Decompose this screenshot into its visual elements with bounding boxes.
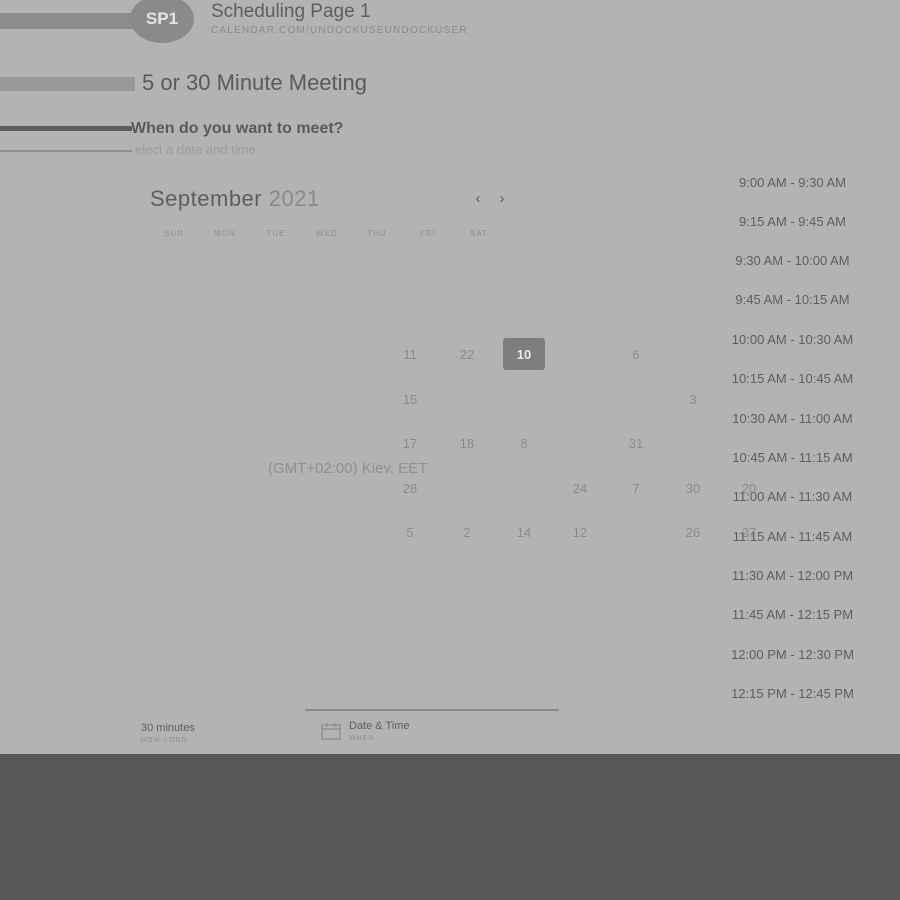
header-accent-bar bbox=[0, 13, 150, 29]
weekday-sun: SUN bbox=[164, 229, 184, 238]
calendar-month-label: September 2021 bbox=[150, 186, 320, 212]
duration-value: 30 minutes bbox=[141, 722, 195, 734]
time-slot[interactable]: 9:15 AM - 9:45 AM bbox=[700, 214, 885, 229]
month-name: September bbox=[150, 186, 263, 211]
sidebar-bar-1 bbox=[0, 77, 135, 91]
calendar-day[interactable]: 22 bbox=[446, 338, 488, 370]
time-slot[interactable]: 12:15 PM - 12:45 PM bbox=[700, 686, 885, 701]
avatar: SP1 bbox=[130, 0, 194, 43]
calendar-day[interactable]: 15 bbox=[389, 383, 431, 415]
time-slot[interactable]: 11:00 AM - 11:30 AM bbox=[700, 489, 885, 504]
page-url[interactable]: CALENDAR.COM/UNDOCKUSEUNDOCKUSER bbox=[211, 25, 468, 36]
prev-month-button[interactable]: ‹ bbox=[471, 190, 485, 207]
meeting-subtitle: elect a date and time bbox=[135, 142, 256, 157]
calendar-day[interactable]: 17 bbox=[389, 427, 431, 459]
calendar-day[interactable]: 11 bbox=[389, 338, 431, 370]
time-slot[interactable]: 10:15 AM - 10:45 AM bbox=[700, 371, 885, 386]
time-slot[interactable]: 11:15 AM - 11:45 AM bbox=[700, 529, 885, 544]
next-month-button[interactable]: › bbox=[495, 190, 509, 207]
meeting-question: When do you want to meet? bbox=[131, 120, 344, 137]
weekday-mon: MON bbox=[214, 229, 236, 238]
time-slot[interactable]: 12:00 PM - 12:30 PM bbox=[700, 647, 885, 662]
time-slot[interactable]: 10:45 AM - 11:15 AM bbox=[700, 450, 885, 465]
calendar-day[interactable]: 24 bbox=[559, 472, 601, 504]
time-slot[interactable]: 9:30 AM - 10:00 AM bbox=[700, 253, 885, 268]
calendar-day-selected[interactable]: 10 bbox=[503, 338, 545, 370]
time-slot[interactable]: 10:00 AM - 10:30 AM bbox=[700, 332, 885, 347]
calendar-day[interactable]: 14 bbox=[503, 516, 545, 548]
datetime-label: WHEN bbox=[349, 735, 375, 742]
sidebar-bar-3 bbox=[0, 150, 132, 152]
weekday-wed: WED bbox=[316, 229, 338, 238]
calendar-day[interactable]: 12 bbox=[559, 516, 601, 548]
page-title: Scheduling Page 1 bbox=[211, 1, 371, 22]
time-slot[interactable]: 10:30 AM - 11:00 AM bbox=[700, 411, 885, 426]
time-slot[interactable]: 9:00 AM - 9:30 AM bbox=[700, 175, 885, 190]
weekday-thu: THU bbox=[367, 229, 387, 238]
footer-active-indicator bbox=[305, 709, 559, 711]
time-slot[interactable]: 11:30 AM - 12:00 PM bbox=[700, 568, 885, 583]
sidebar-bar-2 bbox=[0, 126, 132, 131]
weekday-tue: TUE bbox=[266, 229, 286, 238]
year-name: 2021 bbox=[268, 186, 320, 211]
calendar-day[interactable]: 6 bbox=[615, 338, 657, 370]
calendar-day[interactable]: 28 bbox=[389, 472, 431, 504]
scheduling-page: SP1 Scheduling Page 1 CALENDAR.COM/UNDOC… bbox=[0, 0, 900, 754]
calendar-day[interactable]: 8 bbox=[503, 427, 545, 459]
calendar-day[interactable]: 5 bbox=[389, 516, 431, 548]
time-slot[interactable]: 11:45 AM - 12:15 PM bbox=[700, 607, 885, 622]
weekday-fri: FRI bbox=[420, 229, 436, 238]
meeting-title: 5 or 30 Minute Meeting bbox=[142, 70, 368, 95]
weekday-sat: SAT bbox=[470, 229, 488, 238]
calendar-day[interactable]: 18 bbox=[446, 427, 488, 459]
calendar-day[interactable]: 2 bbox=[446, 516, 488, 548]
time-slot[interactable]: 9:45 AM - 10:15 AM bbox=[700, 292, 885, 307]
calendar-day[interactable]: 31 bbox=[615, 427, 657, 459]
calendar-icon bbox=[321, 723, 341, 740]
duration-label: HOW LONG bbox=[141, 737, 188, 744]
calendar-day[interactable]: 7 bbox=[615, 472, 657, 504]
datetime-value: Date & Time bbox=[349, 720, 410, 732]
